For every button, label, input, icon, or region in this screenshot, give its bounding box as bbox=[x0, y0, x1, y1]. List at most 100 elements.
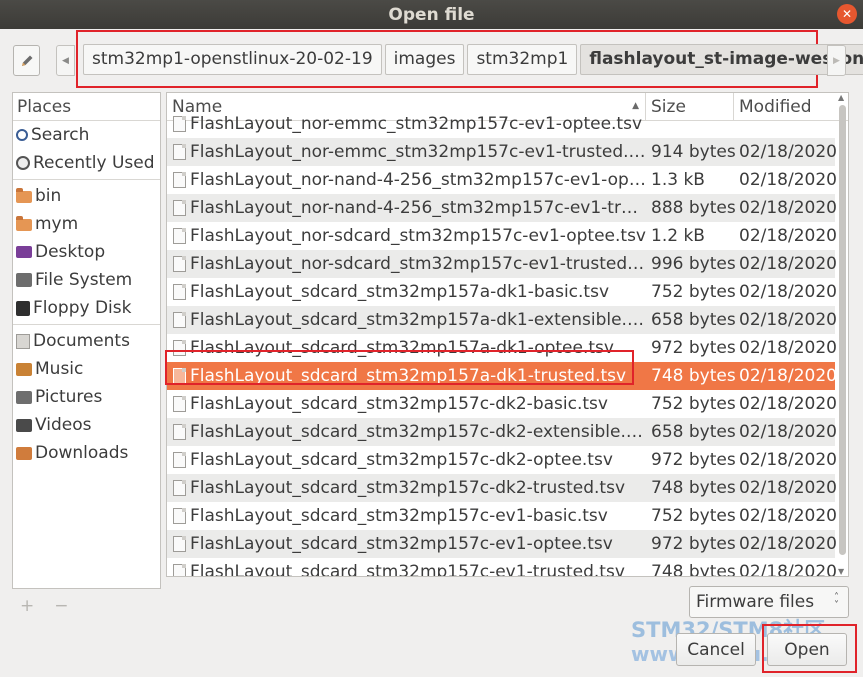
file-size: 658 bytes bbox=[651, 310, 736, 330]
breadcrumb: stm32mp1-openstlinux-20-02-19 images stm… bbox=[76, 30, 863, 88]
breadcrumb-scroll-right-button[interactable]: ▶ bbox=[827, 45, 846, 76]
filter-selected-value: Firmware files bbox=[696, 592, 815, 612]
sidebar-item-file-system[interactable]: File System bbox=[13, 266, 160, 294]
table-row[interactable]: FlashLayout_nor-sdcard_stm32mp157c-ev1-o… bbox=[167, 222, 837, 250]
file-size: 752 bytes bbox=[651, 394, 736, 414]
file-icon bbox=[173, 172, 186, 188]
file-icon bbox=[173, 508, 186, 524]
sidebar-item-music[interactable]: Music bbox=[13, 355, 160, 383]
file-modified: 02/18/2020 bbox=[739, 394, 837, 414]
table-row[interactable]: FlashLayout_nor-nand-4-256_stm32mp157c-e… bbox=[167, 166, 837, 194]
file-size: 658 bytes bbox=[651, 422, 736, 442]
search-icon bbox=[16, 129, 28, 141]
sidebar-item-floppy-disk[interactable]: Floppy Disk bbox=[13, 294, 160, 322]
file-name: FlashLayout_sdcard_stm32mp157c-ev1-trust… bbox=[190, 562, 625, 577]
table-row[interactable]: FlashLayout_nor-sdcard_stm32mp157c-ev1-t… bbox=[167, 250, 837, 278]
cancel-button[interactable]: Cancel bbox=[676, 633, 756, 666]
window-title: Open file bbox=[388, 4, 475, 25]
file-type-filter-select[interactable]: Firmware files ˄ ˅ bbox=[689, 586, 849, 618]
file-size: 888 bytes bbox=[651, 198, 736, 218]
file-icon bbox=[173, 480, 186, 496]
sidebar-item-label: mym bbox=[35, 214, 79, 234]
table-row[interactable]: FlashLayout_nor-nand-4-256_stm32mp157c-e… bbox=[167, 194, 837, 222]
file-icon bbox=[173, 116, 186, 132]
file-list-scrollbar[interactable]: ▲ ▼ bbox=[836, 93, 848, 576]
open-button[interactable]: Open bbox=[767, 633, 847, 666]
file-size: 914 bytes bbox=[651, 142, 736, 162]
file-name: FlashLayout_sdcard_stm32mp157a-dk1-trust… bbox=[190, 366, 627, 386]
file-modified: 02/18/2020 bbox=[739, 450, 837, 470]
file-size: 972 bytes bbox=[651, 450, 736, 470]
file-list: Name ▲ Size Modified FlashLayout_nor-emm… bbox=[166, 92, 849, 577]
file-size: 748 bytes bbox=[651, 562, 736, 577]
sidebar-item-label: Search bbox=[31, 125, 90, 145]
file-modified: 02/18/2020 bbox=[739, 142, 837, 162]
breadcrumb-item[interactable]: images bbox=[384, 43, 465, 75]
file-name: FlashLayout_sdcard_stm32mp157c-dk2-basic… bbox=[190, 394, 608, 414]
harddisk-icon bbox=[16, 273, 32, 287]
sidebar-item-pictures[interactable]: Pictures bbox=[13, 383, 160, 411]
scroll-up-icon[interactable]: ▲ bbox=[838, 93, 844, 102]
breadcrumb-item-current[interactable]: flashlayout_st-image-weston bbox=[580, 43, 863, 75]
close-icon[interactable]: ✕ bbox=[837, 4, 857, 24]
file-modified: 02/18/2020 bbox=[739, 534, 837, 554]
sidebar-item-desktop[interactable]: Desktop bbox=[13, 238, 160, 266]
sidebar-item-videos[interactable]: Videos bbox=[13, 411, 160, 439]
file-rows: FlashLayout_nor-emmc_stm32mp157c-ev1-opt… bbox=[167, 114, 837, 577]
table-row[interactable]: FlashLayout_sdcard_stm32mp157a-dk1-exten… bbox=[167, 306, 837, 334]
breadcrumb-scroll-left-button[interactable]: ◀ bbox=[56, 45, 75, 76]
file-modified: 02/18/2020 bbox=[739, 506, 837, 526]
file-size: 752 bytes bbox=[651, 282, 736, 302]
sidebar-item-downloads[interactable]: Downloads bbox=[13, 439, 160, 467]
edit-location-button[interactable] bbox=[13, 45, 40, 76]
table-row[interactable]: FlashLayout_sdcard_stm32mp157c-ev1-trust… bbox=[167, 558, 837, 577]
folder-icon bbox=[16, 188, 32, 203]
sidebar-item-label: Downloads bbox=[35, 443, 129, 463]
file-modified: 02/18/2020 bbox=[739, 338, 837, 358]
places-sidebar: Places Search Recently Used bin mym Desk… bbox=[12, 92, 161, 589]
scrollbar-thumb[interactable] bbox=[839, 105, 846, 555]
file-icon bbox=[173, 396, 186, 412]
table-row[interactable]: FlashLayout_nor-emmc_stm32mp157c-ev1-opt… bbox=[167, 110, 835, 138]
table-row-selected[interactable]: FlashLayout_sdcard_stm32mp157a-dk1-trust… bbox=[167, 362, 837, 390]
table-row[interactable]: FlashLayout_sdcard_stm32mp157c-dk2-trust… bbox=[167, 474, 837, 502]
file-name: FlashLayout_nor-nand-4-256_stm32mp157c-e… bbox=[190, 170, 646, 190]
file-size: 1.2 kB bbox=[651, 226, 705, 246]
table-row[interactable]: FlashLayout_sdcard_stm32mp157c-ev1-optee… bbox=[167, 530, 837, 558]
title-bar: Open file ✕ bbox=[0, 0, 863, 29]
places-header: Places bbox=[13, 93, 160, 121]
file-icon bbox=[173, 200, 186, 216]
table-row[interactable]: FlashLayout_sdcard_stm32mp157c-ev1-basic… bbox=[167, 502, 837, 530]
table-row[interactable]: FlashLayout_sdcard_stm32mp157c-dk2-exten… bbox=[167, 418, 837, 446]
videos-icon bbox=[16, 418, 32, 432]
sidebar-item-bin[interactable]: bin bbox=[13, 182, 160, 210]
table-row[interactable]: FlashLayout_nor-emmc_stm32mp157c-ev1-tru… bbox=[167, 138, 837, 166]
breadcrumb-item[interactable]: stm32mp1-openstlinux-20-02-19 bbox=[83, 43, 382, 75]
file-name: FlashLayout_sdcard_stm32mp157c-ev1-basic… bbox=[190, 506, 608, 526]
sidebar-item-label: Desktop bbox=[35, 242, 106, 262]
table-row[interactable]: FlashLayout_sdcard_stm32mp157a-dk1-optee… bbox=[167, 334, 837, 362]
sidebar-item-documents[interactable]: Documents bbox=[13, 327, 160, 355]
add-bookmark-button[interactable]: + bbox=[20, 596, 34, 616]
sidebar-item-mym[interactable]: mym bbox=[13, 210, 160, 238]
sidebar-item-recently-used[interactable]: Recently Used bbox=[13, 149, 160, 177]
file-size: 972 bytes bbox=[651, 338, 736, 358]
file-icon bbox=[173, 368, 186, 384]
file-name: FlashLayout_sdcard_stm32mp157a-dk1-exten… bbox=[190, 310, 646, 330]
table-row[interactable]: FlashLayout_sdcard_stm32mp157c-dk2-optee… bbox=[167, 446, 837, 474]
file-name: FlashLayout_nor-sdcard_stm32mp157c-ev1-o… bbox=[190, 226, 646, 246]
file-modified: 02/18/2020 bbox=[739, 282, 837, 302]
breadcrumb-item[interactable]: stm32mp1 bbox=[467, 43, 578, 75]
file-icon bbox=[173, 536, 186, 552]
file-name: FlashLayout_nor-emmc_stm32mp157c-ev1-opt… bbox=[190, 114, 643, 134]
sidebar-item-label: Videos bbox=[35, 415, 92, 435]
file-size: 996 bytes bbox=[651, 254, 736, 274]
scroll-down-icon[interactable]: ▼ bbox=[838, 567, 844, 576]
remove-bookmark-button[interactable]: − bbox=[54, 596, 68, 616]
table-row[interactable]: FlashLayout_sdcard_stm32mp157c-dk2-basic… bbox=[167, 390, 837, 418]
file-modified: 02/18/2020 bbox=[739, 422, 837, 442]
file-modified: 02/18/2020 bbox=[739, 562, 837, 577]
table-row[interactable]: FlashLayout_sdcard_stm32mp157a-dk1-basic… bbox=[167, 278, 837, 306]
sidebar-item-label: Pictures bbox=[35, 387, 103, 407]
sidebar-item-search[interactable]: Search bbox=[13, 121, 160, 149]
